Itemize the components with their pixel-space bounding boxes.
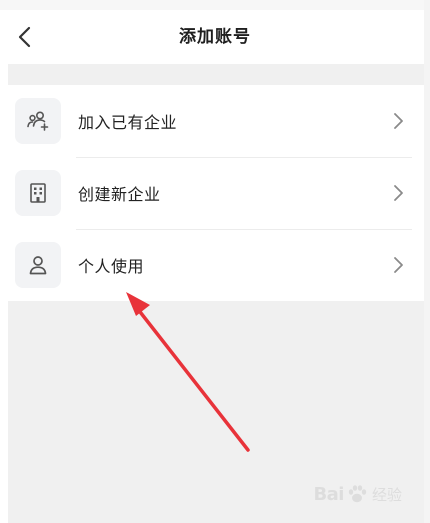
create-new-enterprise-label: 创建新企业 [78, 185, 161, 204]
building-icon [15, 170, 61, 216]
add-account-screen: 添加账号 加入已有企业 创建新企业 个人使用 Bai 经验 [0, 0, 430, 523]
join-existing-enterprise-item[interactable]: 加入已有企业 [8, 85, 424, 157]
create-new-enterprise-item[interactable]: 创建新企业 [8, 157, 424, 229]
account-option-list: 加入已有企业 创建新企业 个人使用 [8, 85, 424, 301]
watermark-suffix: 经验 [371, 485, 402, 504]
join-existing-enterprise-label: 加入已有企业 [78, 113, 178, 132]
personal-use-label: 个人使用 [78, 257, 145, 276]
join-team-icon [15, 98, 61, 144]
baidu-jingyan-watermark: Bai 经验 [313, 483, 402, 505]
right-edge-strip [424, 0, 430, 523]
paw-icon [348, 485, 367, 503]
chevron-right-icon [386, 109, 410, 133]
person-icon [15, 242, 61, 288]
chevron-right-icon [386, 253, 410, 277]
nav-header: 添加账号 [0, 10, 430, 64]
personal-use-item[interactable]: 个人使用 [8, 229, 424, 301]
status-bar [0, 0, 430, 10]
chevron-right-icon [386, 181, 410, 205]
watermark-brand: Bai [313, 483, 344, 505]
page-title: 添加账号 [179, 27, 251, 47]
